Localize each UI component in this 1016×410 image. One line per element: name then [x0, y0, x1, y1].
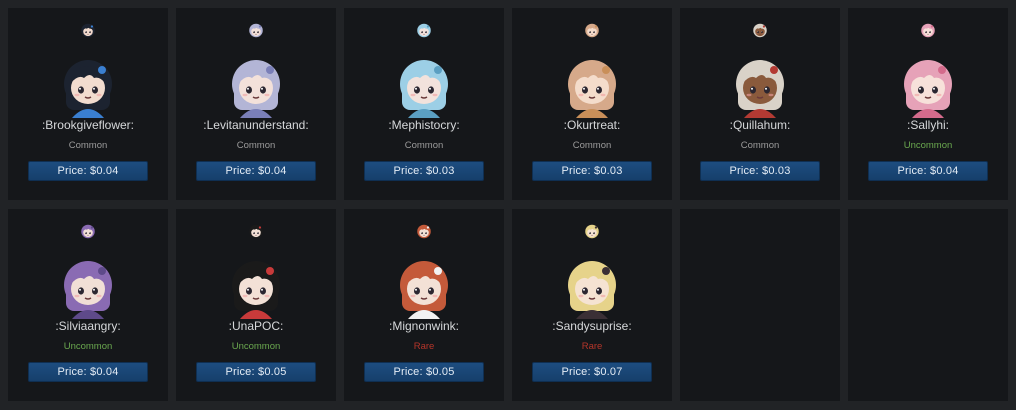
emote-image	[560, 54, 624, 118]
price-button[interactable]: Price: $0.03	[700, 161, 820, 181]
emote-mini-icon	[415, 22, 433, 40]
emote-rarity: Rare	[413, 341, 435, 352]
emote-name: :Silviaangry:	[55, 319, 121, 333]
emote-mini-icon	[751, 22, 769, 40]
price-button[interactable]: Price: $0.07	[532, 362, 652, 382]
emote-card[interactable]: :Sandysuprise: Rare Price: $0.07	[512, 209, 672, 401]
emote-mini-icon	[583, 22, 601, 40]
emote-card[interactable]: :Brookgiveflower: Common Price: $0.04	[8, 8, 168, 200]
price-button[interactable]: Price: $0.05	[364, 362, 484, 382]
emote-grid: :Brookgiveflower: Common Price: $0.04:Levi…	[8, 8, 1008, 401]
emote-image	[392, 255, 456, 319]
price-button[interactable]: Price: $0.04	[28, 161, 148, 181]
emote-card[interactable]: :UnaPOC: Uncommon Price: $0.05	[176, 209, 336, 401]
emote-card[interactable]: :Levitanunderstand: Common Price: $0.04	[176, 8, 336, 200]
price-button[interactable]: Price: $0.03	[532, 161, 652, 181]
price-button[interactable]: Price: $0.04	[868, 161, 988, 181]
emote-image	[224, 54, 288, 118]
emote-image	[560, 255, 624, 319]
emote-rarity: Common	[740, 140, 780, 151]
emote-card[interactable]: :Okurtreat: Common Price: $0.03	[512, 8, 672, 200]
emote-image	[224, 255, 288, 319]
emote-image	[56, 255, 120, 319]
emote-rarity: Uncommon	[63, 341, 113, 352]
emote-name: :Sallyhi:	[906, 118, 950, 132]
emote-name: :UnaPOC:	[228, 319, 284, 333]
emote-card[interactable]: :Silviaangry: Uncommon Price: $0.04	[8, 209, 168, 401]
emote-card[interactable]: :Mignonwink: Rare Price: $0.05	[344, 209, 504, 401]
emote-mini-icon	[415, 223, 433, 241]
emote-image	[56, 54, 120, 118]
emote-name: :Okurtreat:	[563, 118, 621, 132]
price-button[interactable]: Price: $0.04	[196, 161, 316, 181]
emote-image	[728, 54, 792, 118]
emote-image	[896, 54, 960, 118]
emote-card[interactable]: :Mephistocry: Common Price: $0.03	[344, 8, 504, 200]
price-button[interactable]: Price: $0.05	[196, 362, 316, 382]
emote-name: :Quillahum:	[729, 118, 791, 132]
emote-image	[392, 54, 456, 118]
price-button[interactable]: Price: $0.04	[28, 362, 148, 382]
emote-rarity: Common	[404, 140, 444, 151]
price-button[interactable]: Price: $0.03	[364, 161, 484, 181]
emote-name: :Mephistocry:	[388, 118, 460, 132]
emote-card[interactable]: :Sallyhi: Uncommon Price: $0.04	[848, 8, 1008, 200]
emote-rarity: Rare	[581, 341, 603, 352]
empty-slot	[848, 209, 1008, 401]
emote-rarity: Uncommon	[903, 140, 953, 151]
emote-name: :Levitanunderstand:	[203, 118, 309, 132]
emote-card[interactable]: :Quillahum: Common Price: $0.03	[680, 8, 840, 200]
emote-name: :Sandysuprise:	[552, 319, 632, 333]
emote-mini-icon	[79, 22, 97, 40]
emote-mini-icon	[583, 223, 601, 241]
emote-name: :Mignonwink:	[388, 319, 460, 333]
emote-rarity: Common	[68, 140, 108, 151]
emote-name: :Brookgiveflower:	[41, 118, 135, 132]
emote-rarity: Uncommon	[231, 341, 281, 352]
emote-mini-icon	[247, 22, 265, 40]
emote-mini-icon	[919, 22, 937, 40]
emote-rarity: Common	[236, 140, 276, 151]
empty-slot	[680, 209, 840, 401]
emote-mini-icon	[79, 223, 97, 241]
emote-mini-icon	[247, 223, 265, 241]
emote-rarity: Common	[572, 140, 612, 151]
